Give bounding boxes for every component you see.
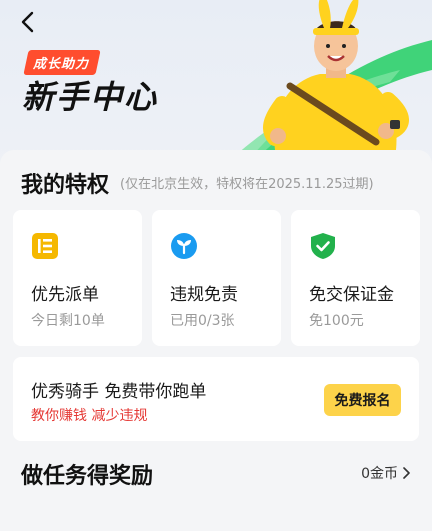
- perk-name: 违规免责: [170, 285, 238, 305]
- back-button[interactable]: [14, 8, 42, 36]
- privileges-note: (仅在北京生效，特权将在2025.11.25过期): [120, 177, 374, 192]
- perk-card-violation-waiver[interactable]: 违规免责 已用0/3张: [152, 210, 281, 346]
- main-panel: 我的特权 (仅在北京生效，特权将在2025.11.25过期) 优先派单 今日剩1…: [0, 150, 432, 531]
- perk-card-deposit-waiver[interactable]: 免交保证金 免100元: [291, 210, 420, 346]
- privileges-title: 我的特权: [21, 173, 110, 198]
- free-signup-button[interactable]: 免费报名: [324, 384, 401, 416]
- perk-detail: 今日剩10单: [31, 313, 105, 329]
- promo-card: 优秀骑手 免费带你跑单 教你赚钱 减少违规 免费报名: [13, 357, 419, 441]
- page-title: 新手中心: [22, 78, 159, 116]
- coins-link[interactable]: 0金币: [361, 463, 410, 483]
- sprout-icon: [171, 233, 197, 259]
- chevron-right-icon: [403, 467, 410, 479]
- perk-detail: 已用0/3张: [170, 313, 235, 329]
- perk-name: 优先派单: [31, 285, 99, 305]
- coins-value: 0金币: [361, 466, 398, 482]
- rider-illustration: [220, 0, 432, 170]
- hero-banner: 成长助力 新手中心: [0, 0, 432, 170]
- back-arrow-icon: [21, 11, 34, 33]
- promo-headline: 优秀骑手 免费带你跑单: [31, 382, 207, 402]
- tasks-title: 做任务得奖励: [21, 464, 154, 489]
- perk-name: 免交保证金: [309, 285, 394, 305]
- perk-detail: 免100元: [309, 313, 364, 329]
- shield-check-icon: [311, 233, 335, 259]
- promo-subtext: 教你赚钱 减少违规: [31, 408, 148, 424]
- list-icon: [32, 233, 58, 259]
- perk-card-priority-dispatch[interactable]: 优先派单 今日剩10单: [13, 210, 142, 346]
